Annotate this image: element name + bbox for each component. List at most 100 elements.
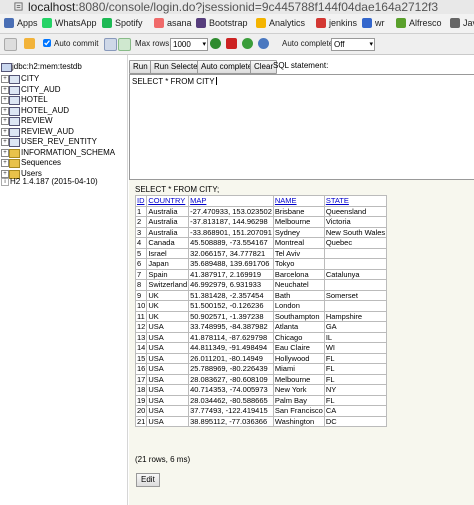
table-cell: FL — [323, 363, 388, 375]
table-cell — [323, 258, 388, 270]
table-cell: USA — [146, 331, 190, 343]
table-cell: New South Wales — [323, 226, 388, 238]
table-icon — [9, 106, 20, 116]
table-cell: 37.77493, -122.419415 — [188, 405, 274, 417]
edit-button[interactable]: Edit — [136, 473, 160, 487]
tree-item-label: HOTEL — [21, 95, 48, 104]
table-cell: Queensland — [323, 205, 388, 217]
bookmark-wr[interactable]: wr — [362, 17, 385, 30]
tree-item-label: USER_REV_ENTITY — [21, 137, 98, 146]
table-cell: 50.902571, -1.397238 — [188, 310, 274, 322]
table-cell: 12 — [134, 321, 148, 333]
column-header-map[interactable]: MAP — [188, 195, 274, 207]
tree-item-label: REVIEW_AUD — [21, 126, 74, 136]
auto-complete-value: Off — [334, 40, 345, 49]
table-cell: UK — [146, 289, 190, 301]
table-cell: 26.011201, -80.14949 — [188, 352, 274, 364]
table-cell — [323, 247, 388, 259]
auto-complete-label: Auto complete — [282, 39, 334, 48]
connection-label: jdbc:h2:mem:testdb — [12, 62, 82, 71]
auto-commit-checkbox[interactable] — [43, 38, 53, 50]
table-cell: Brisbane — [272, 205, 325, 217]
sql-editor[interactable]: SELECT * FROM CITY — [129, 74, 474, 180]
table-cell: Washington — [272, 415, 325, 427]
url-text[interactable]: localhost:8080/console/login.do?jsession… — [28, 0, 438, 14]
column-header-state[interactable]: STATE — [323, 195, 388, 207]
auto-complete-button[interactable]: Auto complete — [197, 60, 257, 74]
bookmark-asana[interactable]: asana — [154, 17, 192, 30]
column-header-country[interactable]: COUNTRY — [146, 195, 190, 207]
table-row: 12 USA 33.748995, -84.387982 Atlanta GA — [134, 321, 388, 333]
table-cell: Palm Bay — [272, 394, 325, 406]
table-cell — [323, 300, 388, 312]
refresh-icon[interactable] — [4, 38, 17, 51]
bookmark-apps-grid[interactable]: Apps — [4, 17, 38, 30]
table-cell: Eau Claire — [272, 342, 325, 354]
bookmark-whatsapp[interactable]: WhatsApp — [42, 17, 97, 30]
table-row: 14 USA 44.811349, -91.498494 Eau Claire WI — [134, 342, 388, 354]
expand-icon[interactable]: + — [1, 85, 9, 94]
bookmark-alfresco[interactable]: Alfresco — [396, 17, 442, 30]
table-cell: 15 — [134, 352, 148, 364]
jenkins-icon — [316, 18, 326, 28]
auto-complete-select[interactable]: Off ▾ — [331, 38, 375, 51]
disconnect-icon[interactable] — [24, 38, 35, 49]
table-cell: USA — [146, 384, 190, 396]
apps-grid-icon — [4, 18, 14, 28]
results-panel: SELECT * FROM CITY; ID COUNTRY MAP NAME STAT… — [129, 180, 474, 505]
expand-icon[interactable]: + — [1, 106, 9, 115]
expand-icon[interactable]: + — [1, 96, 9, 104]
bookmark-java[interactable]: Jav — [450, 17, 474, 30]
folder-icon — [9, 159, 20, 168]
expand-icon[interactable]: + — [1, 127, 9, 136]
table-icon — [9, 96, 20, 105]
max-rows-select[interactable]: 1000 ▾ — [170, 38, 208, 51]
table-row: 8 Switzerland 46.992979, 6.931933 Neuchatel — [134, 279, 388, 291]
expand-icon[interactable]: + — [1, 148, 9, 157]
rollback-icon[interactable] — [104, 38, 117, 51]
bookmark-bootstrap[interactable]: Bootstrap — [196, 17, 248, 30]
bookmark-spotify[interactable]: Spotify — [102, 17, 143, 30]
commit-icon[interactable] — [118, 38, 131, 51]
history-icon[interactable] — [242, 38, 253, 49]
url-path: :8080/console/login.do?jsessionid=9c4457… — [75, 0, 439, 14]
expand-icon[interactable]: + — [1, 117, 9, 125]
run-icon[interactable] — [210, 38, 221, 49]
table-cell: FL — [323, 373, 388, 385]
table-cell: 35.689488, 139.691706 — [188, 258, 274, 270]
stop-icon[interactable] — [226, 38, 237, 49]
table-cell: 19 — [134, 394, 148, 406]
page-info-icon[interactable] — [14, 2, 23, 11]
table-cell: 21 — [134, 415, 148, 427]
bookmark-label: Spotify — [115, 18, 143, 28]
table-row: 4 Canada 45.508889, -73.554167 Montreal Queb… — [134, 237, 388, 249]
run-button[interactable]: Run — [129, 60, 152, 74]
help-icon[interactable] — [258, 38, 269, 49]
column-header-id[interactable]: ID — [134, 195, 148, 207]
schema-tree: jdbc:h2:mem:testdb + CITY + CITY_AUD + HOTEL +… — [0, 55, 128, 505]
table-cell: 40.714353, -74.005973 — [188, 384, 274, 396]
table-cell: Bath — [272, 289, 325, 301]
bookmark-jenkins[interactable]: jenkins — [316, 17, 357, 30]
analytics-icon — [256, 18, 266, 28]
table-cell: IL — [323, 331, 388, 343]
table-cell: Catalunya — [323, 268, 388, 280]
alfresco-icon — [396, 18, 406, 28]
table-cell: -37.813187, 144.96298 — [188, 216, 274, 228]
table-icon — [9, 85, 20, 95]
expand-icon[interactable]: + — [1, 75, 9, 83]
bookmark-label: Apps — [17, 18, 38, 28]
table-cell: 51.500152, -0.126236 — [188, 300, 274, 312]
auto-commit-label: Auto commit — [54, 39, 99, 48]
browser-url-bar[interactable]: localhost:8080/console/login.do?jsession… — [0, 0, 474, 15]
table-cell: USA — [146, 352, 190, 364]
expand-icon[interactable]: + — [1, 159, 9, 167]
tree-item-label: Sequences — [21, 158, 62, 167]
expand-icon[interactable]: + — [1, 138, 9, 146]
bookmark-analytics[interactable]: Analytics — [256, 17, 305, 30]
column-header-name[interactable]: NAME — [272, 195, 325, 207]
bookmark-label: asana — [167, 18, 192, 28]
table-cell: USA — [146, 373, 190, 385]
table-row: 6 Japan 35.689488, 139.691706 Tokyo — [134, 258, 388, 270]
expand-icon[interactable]: + — [1, 169, 9, 178]
